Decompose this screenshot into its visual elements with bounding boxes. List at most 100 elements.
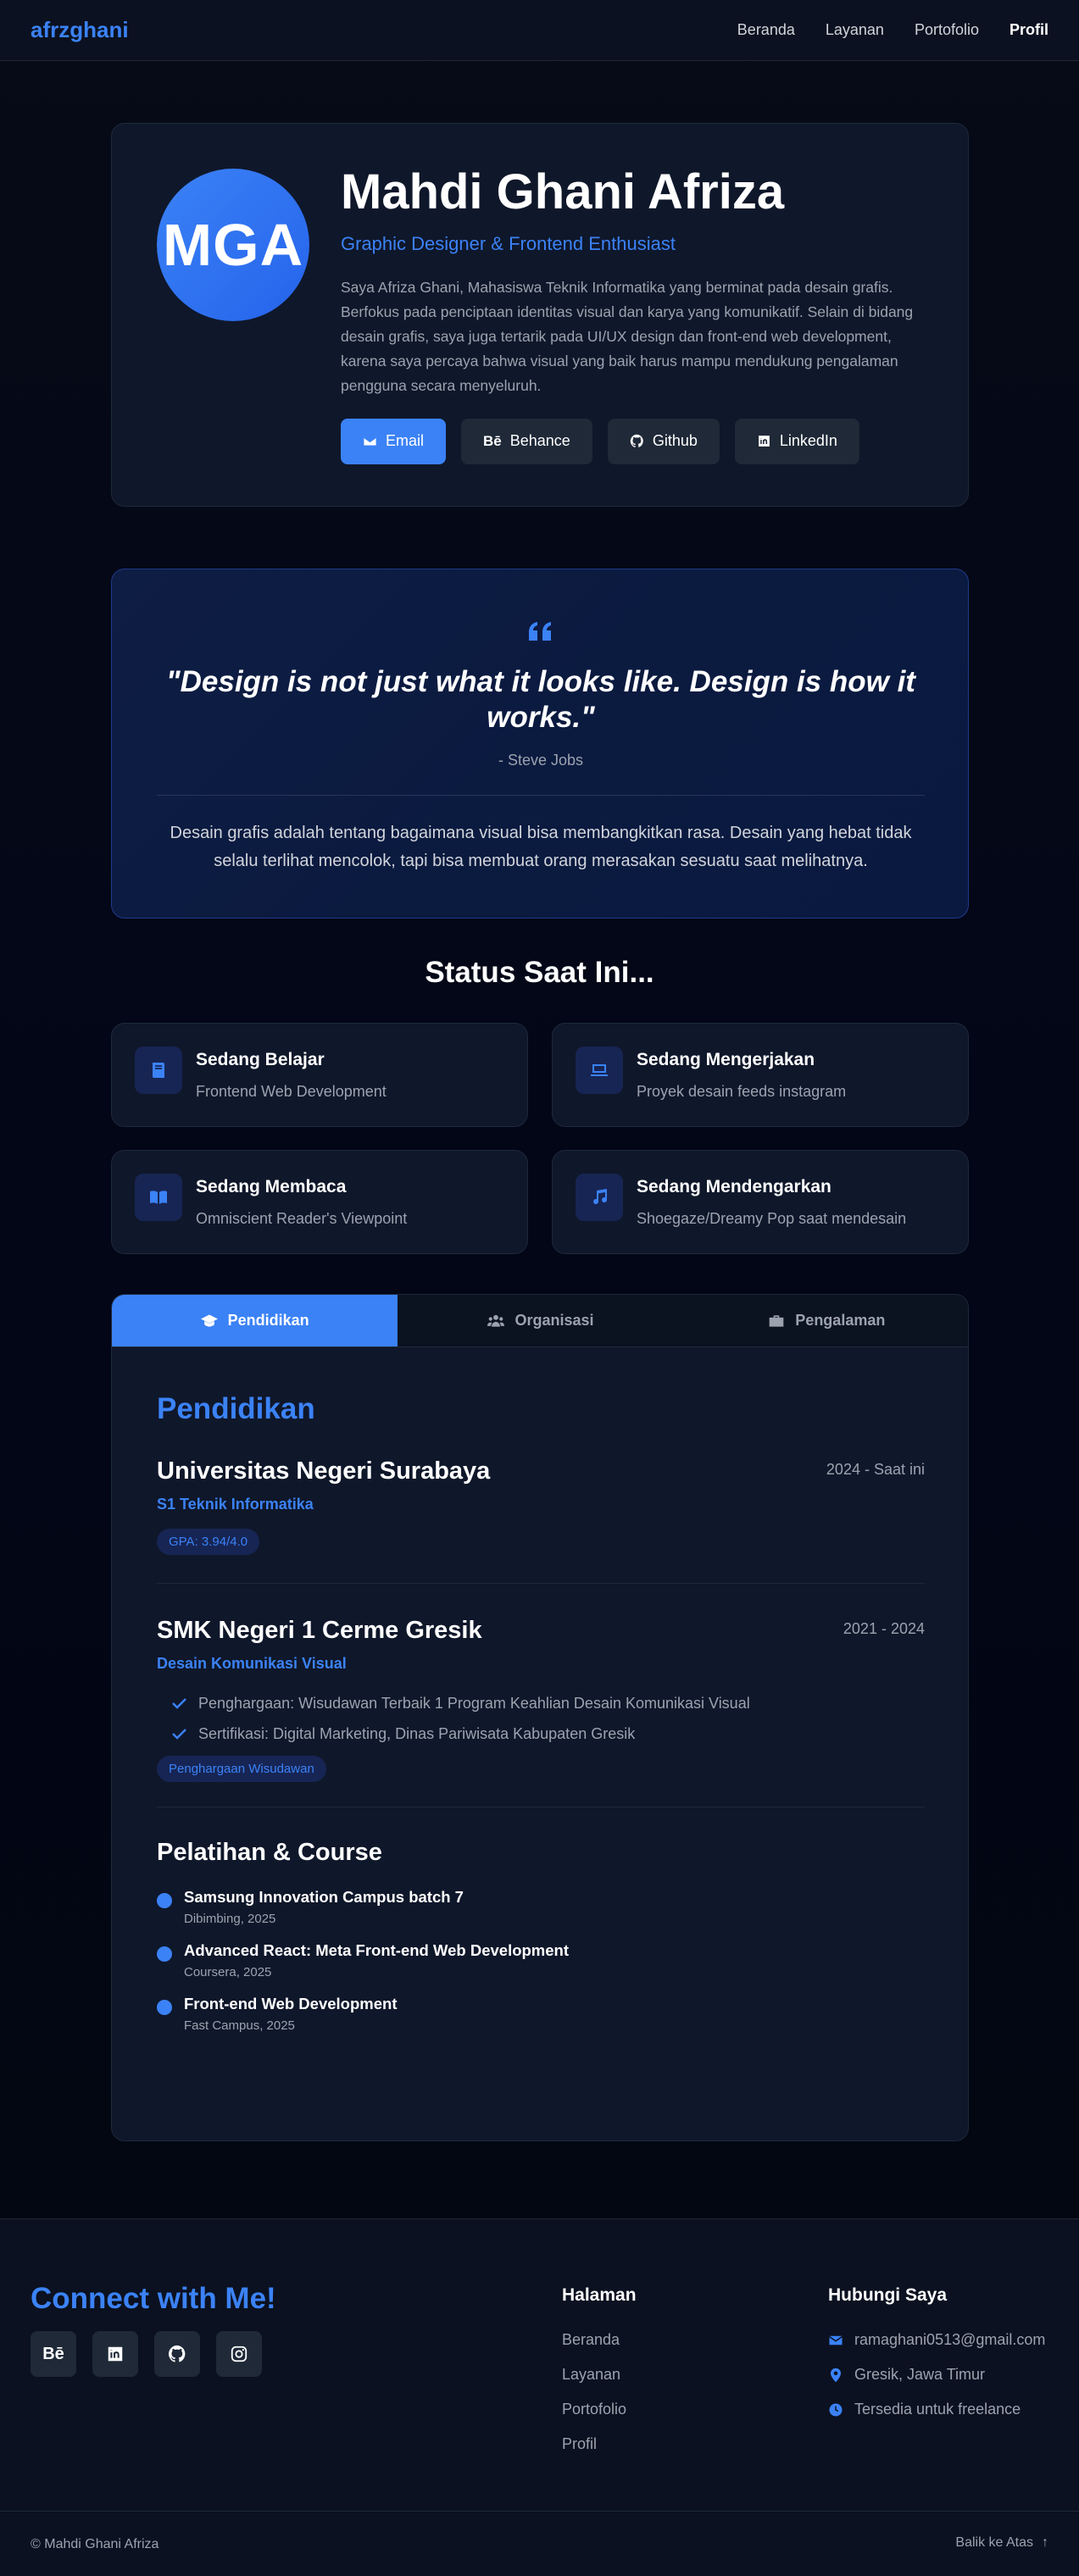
- nav-link-portofolio[interactable]: Portofolio: [915, 21, 979, 39]
- hero-buttons: Email Bē Behance Github LinkedIn: [341, 418, 926, 464]
- course-name: Front-end Web Development: [184, 1995, 398, 2012]
- contact-column-title: Hubungi Saya: [828, 2285, 948, 2305]
- linkedin-button[interactable]: LinkedIn: [734, 418, 859, 464]
- behance-button-label: Behance: [509, 432, 570, 450]
- quote-author: - Steve Jobs: [498, 752, 584, 769]
- achievement-text: Penghargaan: Wisudawan Terbaik 1 Program…: [198, 1694, 750, 1712]
- arrow-up-icon: ↑: [1042, 2535, 1048, 2550]
- course-name: Advanced React: Meta Front-end Web Devel…: [184, 1941, 570, 1959]
- brand-logo[interactable]: afrzghani: [31, 17, 129, 43]
- status-desc: Frontend Web Development: [196, 1083, 387, 1100]
- connect-heading: Connect with Me!: [31, 2282, 276, 2315]
- check-icon: [172, 1729, 186, 1740]
- github-icon: [630, 434, 643, 448]
- users-icon: [487, 1314, 505, 1327]
- behance-icon: Bē: [483, 432, 502, 449]
- achievement-text: Sertifikasi: Digital Marketing, Dinas Pa…: [198, 1724, 636, 1742]
- back-to-top-label: Balik ke Atas: [955, 2535, 1033, 2550]
- open-book-icon: [135, 1174, 182, 1221]
- course-meta: Fast Campus, 2025: [184, 2018, 295, 2033]
- status-section-title: Status Saat Ini...: [425, 956, 654, 989]
- bullet-dot: [157, 1946, 172, 1962]
- quote-divider: [157, 795, 925, 796]
- status-card-membaca: Sedang Membaca Omniscient Reader's Viewp…: [111, 1150, 528, 1254]
- instagram-icon: [231, 2346, 248, 2362]
- avatar: MGA: [157, 169, 309, 321]
- envelope-icon: [364, 436, 376, 446]
- status-title: Sedang Mengerjakan: [637, 1050, 815, 1069]
- github-button[interactable]: Github: [607, 418, 720, 464]
- behance-social-button[interactable]: Bē: [31, 2331, 76, 2377]
- book-icon: [135, 1046, 182, 1094]
- footer-link-beranda[interactable]: Beranda: [562, 2331, 620, 2349]
- school-name: SMK Negeri 1 Cerme Gresik: [157, 1617, 482, 1644]
- school-name: Universitas Negeri Surabaya: [157, 1457, 491, 1485]
- linkedin-social-button[interactable]: [92, 2331, 138, 2377]
- status-title: Sedang Membaca: [196, 1177, 347, 1196]
- github-button-label: Github: [652, 432, 698, 450]
- tab-bar: Pendidikan Organisasi Pengalaman: [112, 1295, 968, 1347]
- contact-location: Gresik, Jawa Timur: [828, 2366, 985, 2384]
- tab-pendidikan[interactable]: Pendidikan: [112, 1295, 398, 1346]
- status-desc: Omniscient Reader's Viewpoint: [196, 1210, 408, 1227]
- contact-availability: Tersedia untuk freelance: [828, 2401, 1021, 2418]
- quote-icon: [529, 622, 551, 641]
- behance-button[interactable]: Bē Behance: [461, 418, 592, 464]
- github-social-button[interactable]: [154, 2331, 200, 2377]
- nav-link-layanan[interactable]: Layanan: [826, 21, 884, 39]
- behance-icon: Bē: [42, 2344, 64, 2363]
- pages-column-title: Halaman: [562, 2285, 637, 2305]
- status-card-mendengarkan: Sedang Mendengarkan Shoegaze/Dreamy Pop …: [552, 1150, 969, 1254]
- graduation-cap-icon: [200, 1314, 218, 1327]
- education-heading: Pendidikan: [157, 1392, 315, 1425]
- linkedin-icon: [108, 2346, 123, 2362]
- nav-link-profil[interactable]: Profil: [1009, 21, 1048, 39]
- tab-organisasi[interactable]: Organisasi: [398, 1295, 683, 1346]
- email-button[interactable]: Email: [341, 418, 447, 464]
- nav-links: Beranda Layanan Portofolio Profil: [737, 21, 1048, 39]
- education-tabs-card: Pendidikan Organisasi Pengalaman Pendidi…: [111, 1294, 969, 2141]
- github-icon: [168, 2345, 186, 2362]
- nav-link-beranda[interactable]: Beranda: [737, 21, 795, 39]
- music-icon: [576, 1174, 623, 1221]
- footer-divider: [0, 2511, 1079, 2512]
- quote-description: Desain grafis adalah tentang bagaimana v…: [170, 824, 912, 870]
- school-period: 2024 - Saat ini: [826, 1461, 925, 1478]
- profile-name: Mahdi Ghani Afriza: [341, 164, 785, 219]
- contact-location-text: Gresik, Jawa Timur: [854, 2366, 986, 2383]
- award-badge: Penghargaan Wisudawan: [157, 1756, 326, 1782]
- contact-email[interactable]: ramaghani0513@gmail.com: [828, 2331, 1045, 2349]
- school-entry: SMK Negeri 1 Cerme Gresik 2021 - 2024 De…: [157, 1617, 925, 1782]
- course-meta: Dibimbing, 2025: [184, 1912, 276, 1926]
- instagram-social-button[interactable]: [216, 2331, 262, 2377]
- profile-bio: Saya Afriza Ghani, Mahasiswa Teknik Info…: [341, 278, 914, 394]
- status-card-belajar: Sedang Belajar Frontend Web Development: [111, 1023, 528, 1127]
- course-meta: Coursera, 2025: [184, 1965, 272, 1979]
- footer-link-layanan[interactable]: Layanan: [562, 2366, 620, 2384]
- contact-availability-text: Tersedia untuk freelance: [854, 2401, 1021, 2418]
- section-divider: [157, 1583, 925, 1584]
- school-entry: Universitas Negeri Surabaya 2024 - Saat …: [157, 1457, 925, 1555]
- tab-pengalaman[interactable]: Pengalaman: [684, 1295, 968, 1346]
- social-links: Bē: [31, 2331, 262, 2377]
- clock-icon: [829, 2403, 843, 2416]
- footer-link-profil[interactable]: Profil: [562, 2435, 597, 2453]
- status-card-mengerjakan: Sedang Mengerjakan Proyek desain feeds i…: [552, 1023, 969, 1127]
- bullet-dot: [157, 2000, 172, 2015]
- back-to-top-link[interactable]: Balik ke Atas ↑: [955, 2535, 1048, 2551]
- laptop-icon: [576, 1046, 623, 1094]
- courses-title: Pelatihan & Course: [157, 1839, 382, 1866]
- footer: Connect with Me! Bē Halaman Beranda Laya…: [0, 2218, 1079, 2576]
- quote-text: "Design is not just what it looks like. …: [166, 665, 915, 734]
- achievement-item: Penghargaan: Wisudawan Terbaik 1 Program…: [172, 1688, 925, 1718]
- status-title: Sedang Mendengarkan: [637, 1177, 831, 1196]
- status-title: Sedang Belajar: [196, 1050, 325, 1069]
- course-name: Samsung Innovation Campus batch 7: [184, 1888, 464, 1906]
- envelope-icon: [829, 2335, 843, 2345]
- school-period: 2021 - 2024: [843, 1620, 925, 1637]
- tab-label: Pendidikan: [227, 1312, 309, 1329]
- quote-card: "Design is not just what it looks like. …: [111, 569, 969, 919]
- email-button-label: Email: [386, 432, 425, 450]
- status-desc: Shoegaze/Dreamy Pop saat mendesain: [637, 1210, 907, 1227]
- footer-link-portofolio[interactable]: Portofolio: [562, 2401, 626, 2418]
